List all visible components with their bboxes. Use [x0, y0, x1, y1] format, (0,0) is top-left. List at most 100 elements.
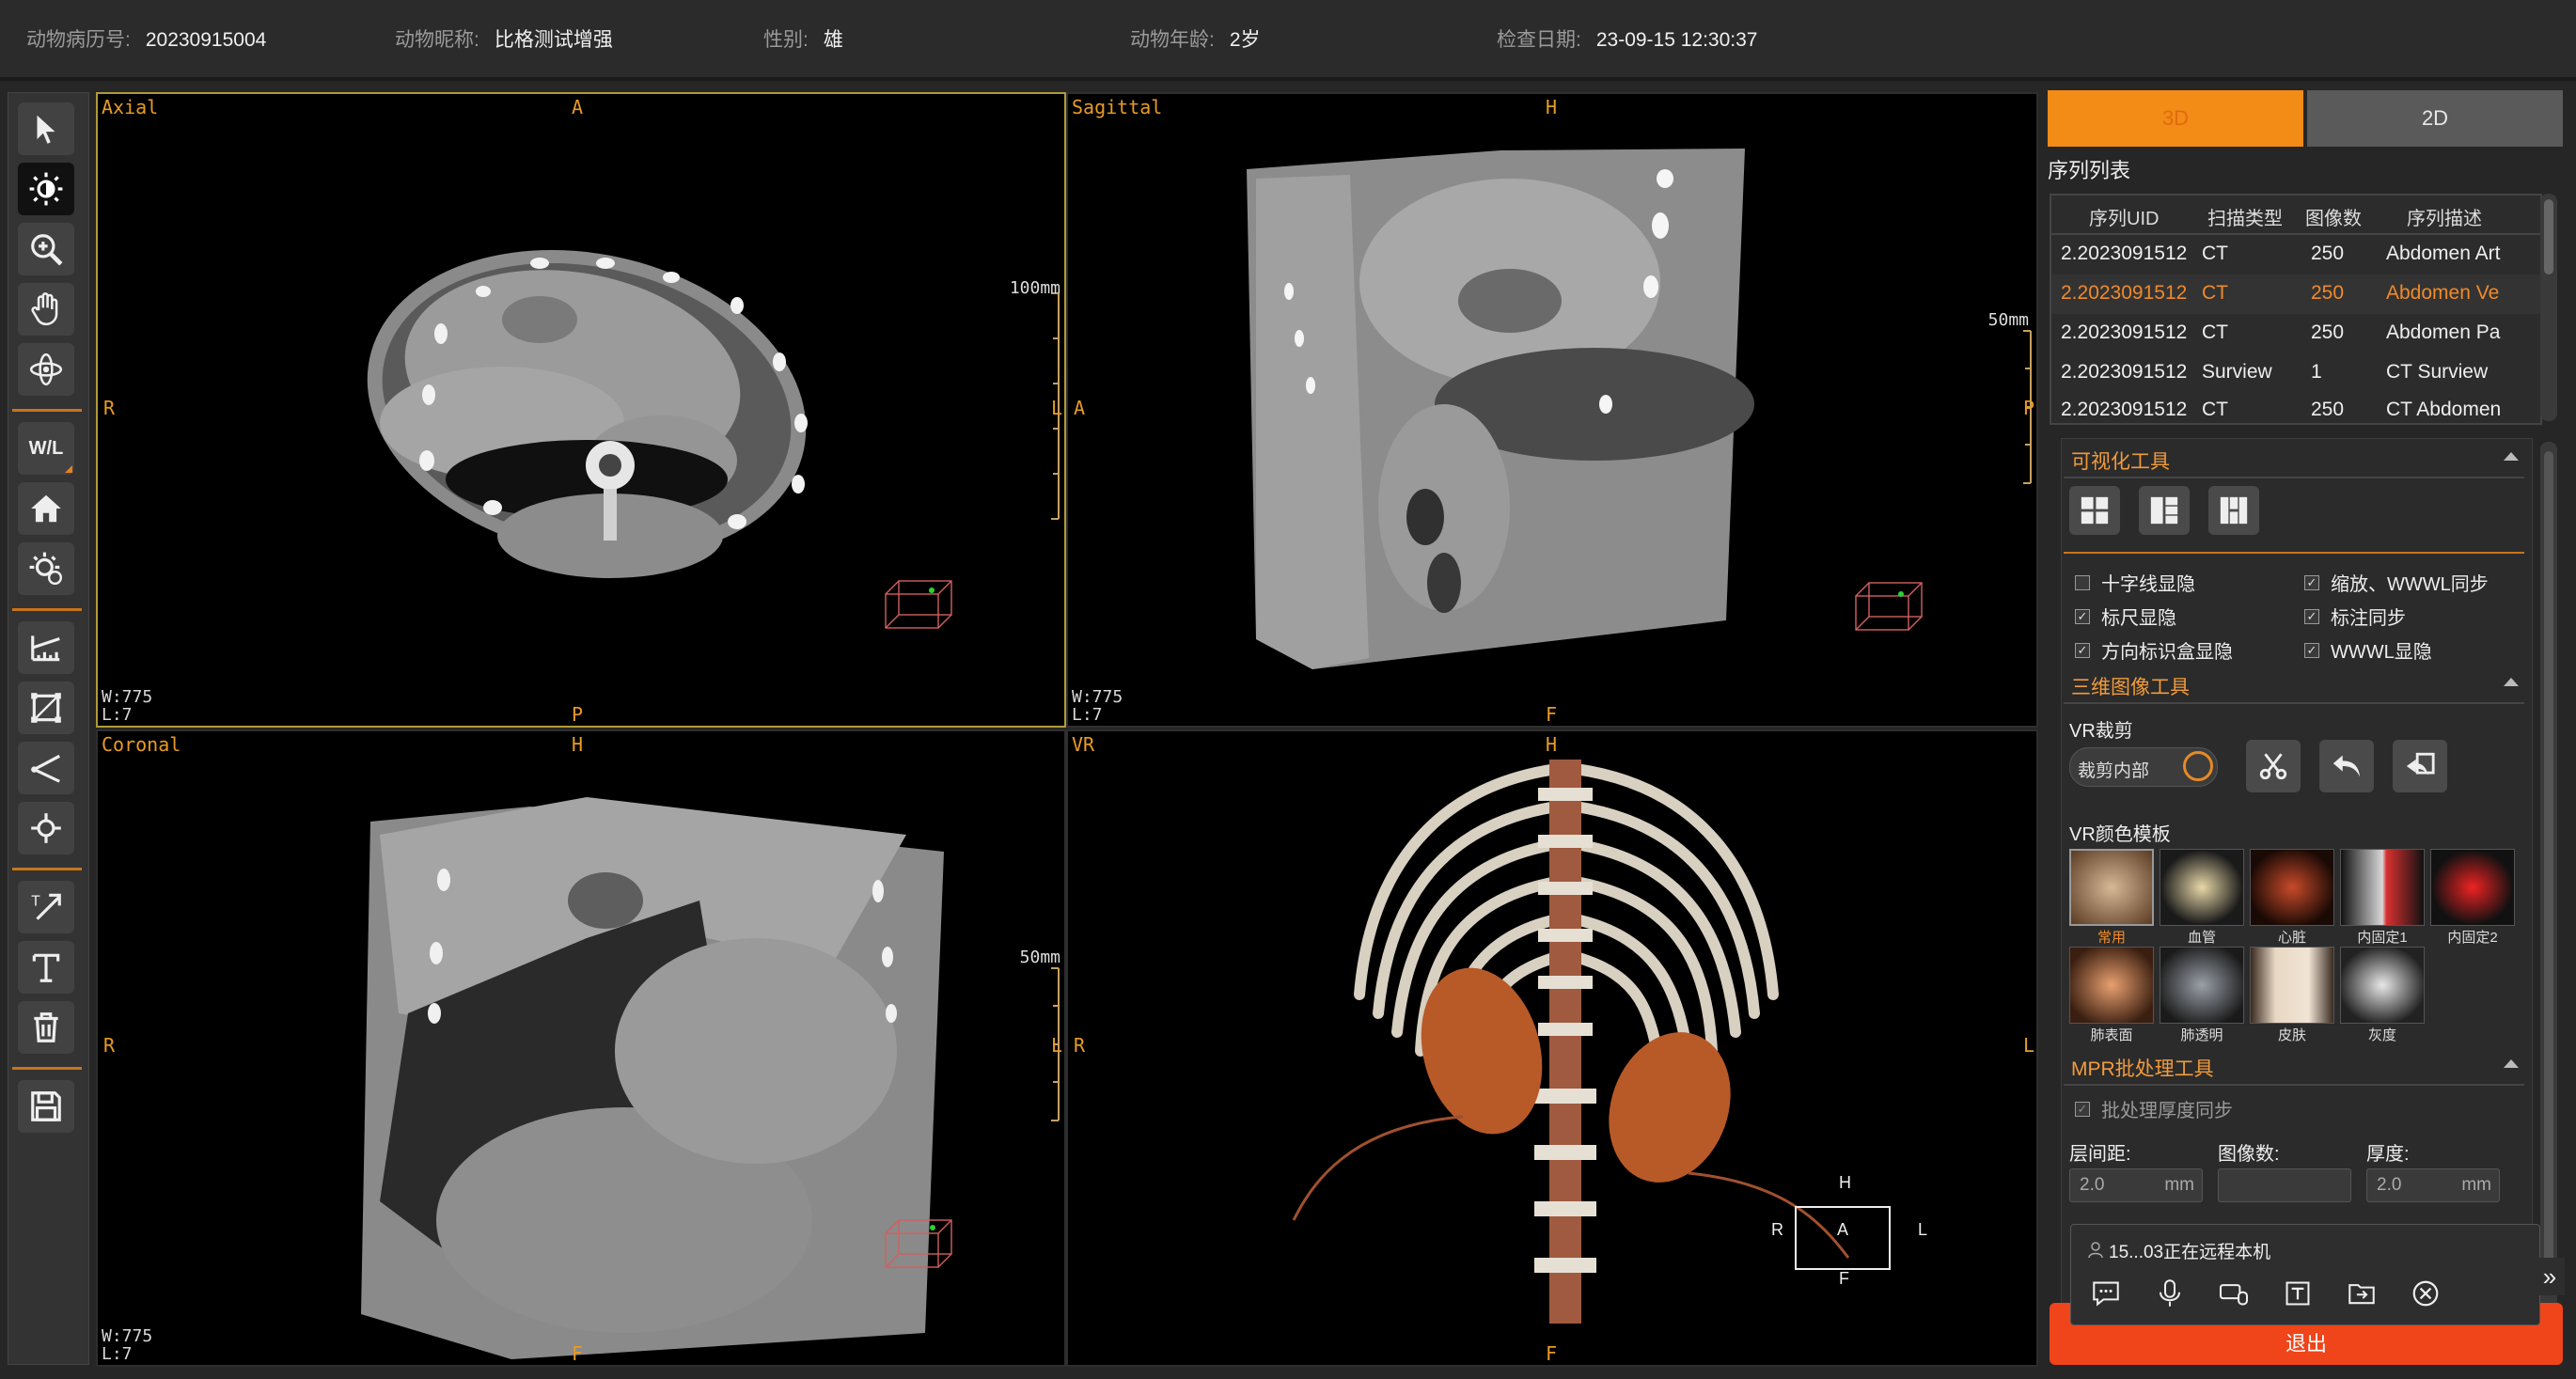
- orient-bottom: F: [572, 1342, 584, 1365]
- orient-top: H: [572, 733, 584, 756]
- layout-2x2-button[interactable]: [2069, 486, 2120, 535]
- checkbox-ruler[interactable]: ✓ 标尺显隐: [2075, 603, 2176, 630]
- viewport-axial[interactable]: Axial A P R L 100mm W:775 L:7: [96, 92, 1066, 728]
- auto-window-button[interactable]: [18, 542, 74, 595]
- checkbox-box: ✓: [2304, 642, 2319, 658]
- template-grayscale[interactable]: 灰度: [2340, 947, 2425, 1043]
- ruler-tool-button[interactable]: [18, 621, 74, 674]
- template-lung-transparent[interactable]: 肺透明: [2160, 947, 2244, 1043]
- template-heart[interactable]: 心脏: [2250, 849, 2334, 946]
- template-thumbnail: [2069, 849, 2154, 926]
- pan-hand-icon: [31, 292, 58, 326]
- template-implant-2[interactable]: 内固定2: [2430, 849, 2515, 946]
- crop-inside-toggle[interactable]: 裁剪内部: [2069, 747, 2218, 787]
- panel-scrollbar[interactable]: [2540, 442, 2557, 1316]
- template-common[interactable]: 常用: [2069, 849, 2154, 946]
- orient-left: A: [1074, 397, 1086, 419]
- disconnect-button[interactable]: [2408, 1277, 2443, 1309]
- col-header: 扫描类型: [2207, 209, 2283, 229]
- toggle-knob: [2183, 751, 2213, 781]
- template-vessel[interactable]: 血管: [2160, 849, 2244, 946]
- sagittal-ct-image: [1247, 149, 2032, 669]
- viewport-coronal[interactable]: Coronal H F R L 50mm W:775 L:7: [96, 729, 1066, 1367]
- thickness-input[interactable]: 2.0 mm: [2366, 1168, 2500, 1202]
- cube-label-h: H: [1839, 1173, 1851, 1192]
- crop-undo-button[interactable]: [2319, 740, 2374, 792]
- image-count-input[interactable]: [2218, 1168, 2351, 1202]
- table-row[interactable]: 2.2023091512 Surview 1 CT Surview: [2051, 353, 2540, 393]
- scale-label: 50mm: [1019, 948, 1060, 967]
- collapse-caret-icon[interactable]: [2504, 1059, 2519, 1068]
- toolbar-divider: [12, 409, 82, 412]
- table-row[interactable]: 2.2023091512 CT 250 Abdomen Art: [2051, 235, 2540, 274]
- scissors-icon: [2259, 753, 2287, 780]
- exam-date: 检查日期: 23-09-15 12:30:37: [1497, 29, 1758, 51]
- save-button[interactable]: [18, 1080, 74, 1133]
- pointer-icon: [37, 115, 55, 144]
- crop-reset-button[interactable]: [2393, 740, 2447, 792]
- table-row[interactable]: 2.2023091512 CT 250 CT Abdomen: [2051, 391, 2540, 421]
- viewport-sagittal[interactable]: Sagittal H F A P 50mm W:775 L:7: [1066, 92, 2038, 728]
- tool-panel: 可视化工具 十字线显隐 ✓ 缩放、WWWL同步 ✓ 标尺显隐 ✓ 标注同步 ✓ 方向标识…: [2061, 438, 2533, 1324]
- series-scrollbar[interactable]: [2540, 194, 2557, 421]
- file-transfer-button[interactable]: [2344, 1277, 2380, 1309]
- collapse-panel-button[interactable]: »: [2535, 1258, 2565, 1295]
- probe-tool-button[interactable]: [18, 802, 74, 854]
- delete-button[interactable]: [18, 1001, 74, 1054]
- close-circle-icon: [2412, 1280, 2439, 1307]
- table-row[interactable]: 2.2023091512 CT 250 Abdomen Pa: [2051, 314, 2540, 353]
- table-row-selected[interactable]: 2.2023091512 CT 250 Abdomen Ve: [2051, 274, 2540, 314]
- folder-transfer-icon: [2348, 1284, 2375, 1305]
- checkbox-batch-thickness-sync[interactable]: ✓ 批处理厚度同步: [2075, 1095, 2233, 1122]
- brightness-tool-button[interactable]: [18, 163, 74, 215]
- vr-crop-label: VR裁剪: [2069, 721, 2133, 742]
- spacing-input[interactable]: 2.0 mm: [2069, 1168, 2203, 1202]
- collapse-caret-icon[interactable]: [2504, 678, 2519, 686]
- animal-gender: 性别: 雄: [763, 29, 843, 51]
- microphone-button[interactable]: [2152, 1277, 2188, 1309]
- layout-1plus3-button[interactable]: [2139, 486, 2190, 535]
- template-thumbnail: [2340, 947, 2425, 1024]
- checkbox-wwwl-display[interactable]: ✓ WWWL显隐: [2304, 636, 2432, 664]
- window-level-icon: W/L: [28, 437, 64, 459]
- dropdown-corner-icon: [65, 465, 72, 473]
- arrow-annotation-button[interactable]: T: [18, 881, 74, 933]
- checkbox-annotation-sync[interactable]: ✓ 标注同步: [2304, 603, 2406, 630]
- ruler-icon: [31, 635, 60, 662]
- collapse-caret-icon[interactable]: [2504, 452, 2519, 461]
- tab-3d[interactable]: 3D: [2048, 90, 2303, 147]
- roi-tool-button[interactable]: [18, 682, 74, 734]
- window-level-button[interactable]: W/L: [18, 422, 74, 475]
- home-reset-button[interactable]: [18, 482, 74, 535]
- checkbox-zoom-wwwl-sync[interactable]: ✓ 缩放、WWWL同步: [2304, 569, 2489, 596]
- axial-ct-image: [367, 249, 1060, 629]
- orientation-cube: [1855, 582, 1923, 631]
- keyboard-mouse-button[interactable]: [2216, 1277, 2252, 1309]
- text-send-button[interactable]: [2280, 1277, 2316, 1309]
- double-chevron-right-icon: »: [2542, 1261, 2557, 1291]
- pan-tool-button[interactable]: [18, 283, 74, 336]
- chat-icon: [2093, 1281, 2119, 1307]
- checkbox-orientation-box[interactable]: ✓ 方向标识盒显隐: [2075, 636, 2233, 664]
- template-implant-1[interactable]: 内固定1: [2340, 849, 2425, 946]
- animal-age: 动物年龄: 2岁: [1130, 29, 1261, 51]
- home-icon: [31, 494, 61, 523]
- checkbox-crosshair[interactable]: 十字线显隐: [2075, 569, 2195, 596]
- tool-palette: W/L T: [8, 92, 89, 1365]
- layout-3plus1-button[interactable]: [2208, 486, 2259, 535]
- zoom-tool-button[interactable]: [18, 223, 74, 275]
- crop-scissors-button[interactable]: [2246, 740, 2301, 792]
- template-lung-surface[interactable]: 肺表面: [2069, 947, 2154, 1043]
- viewport-vr[interactable]: VR H F R L H A F R L: [1066, 729, 2038, 1367]
- orient-right: L: [2022, 1034, 2034, 1057]
- rotate-tool-button[interactable]: [18, 343, 74, 396]
- toolbar-divider: [12, 868, 82, 870]
- angle-icon: [30, 754, 60, 783]
- pointer-tool-button[interactable]: [18, 102, 74, 155]
- angle-tool-button[interactable]: [18, 742, 74, 794]
- reset-icon: [2406, 752, 2435, 776]
- template-skin[interactable]: 皮肤: [2250, 947, 2334, 1043]
- tab-2d[interactable]: 2D: [2307, 90, 2563, 147]
- text-tool-button[interactable]: [18, 941, 74, 994]
- chat-button[interactable]: [2088, 1277, 2124, 1309]
